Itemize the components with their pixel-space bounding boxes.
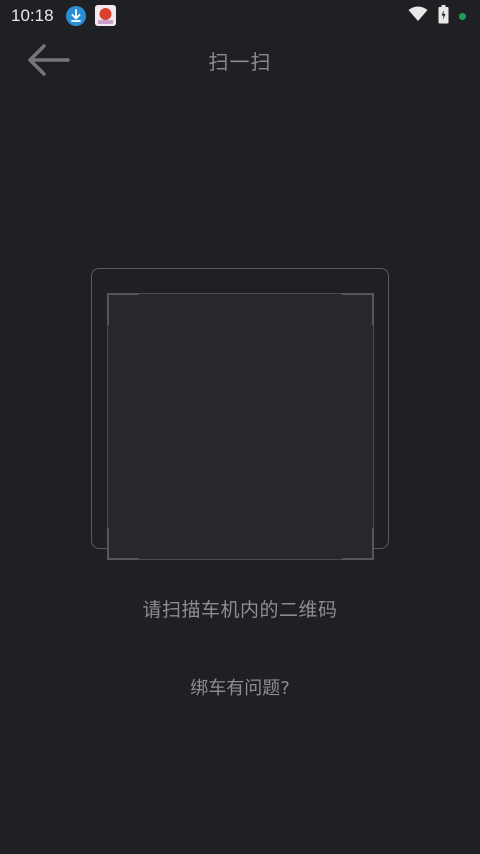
viewfinder-corner-top-right xyxy=(342,293,374,325)
battery-icon xyxy=(438,4,449,28)
scan-screen: 10:18 扫一扫 请扫描车机内的二维码 绑车有问题? xyxy=(0,0,480,854)
viewfinder-corner-top-left xyxy=(107,293,139,325)
status-time: 10:18 xyxy=(11,6,54,25)
viewfinder-corner-bottom-right xyxy=(342,528,374,560)
wifi-icon xyxy=(408,6,428,26)
status-right-group xyxy=(408,4,466,28)
scan-viewfinder xyxy=(107,293,374,560)
bind-problem-link[interactable]: 绑车有问题? xyxy=(140,674,340,700)
status-bar: 10:18 xyxy=(0,0,480,32)
page-title: 扫一扫 xyxy=(208,50,272,74)
scan-hint: 请扫描车机内的二维码 xyxy=(142,599,338,621)
status-dot-icon xyxy=(459,12,466,20)
viewfinder-corner-bottom-left xyxy=(107,528,139,560)
download-icon xyxy=(66,6,86,26)
app-notification-icon xyxy=(95,5,116,26)
